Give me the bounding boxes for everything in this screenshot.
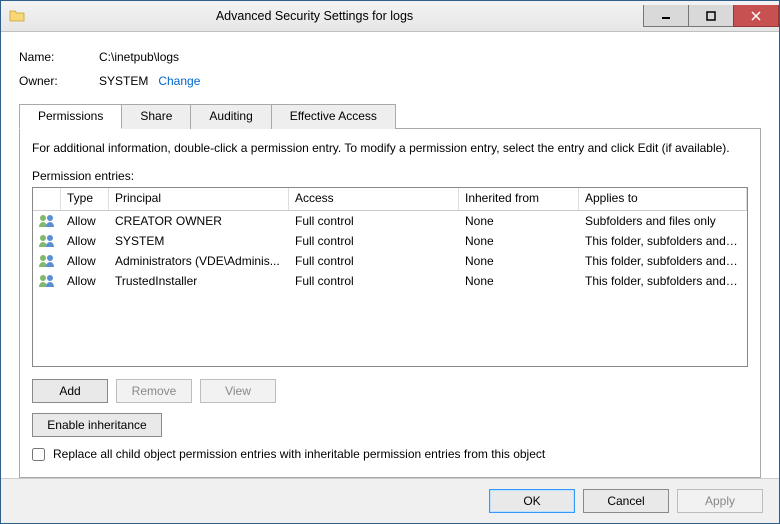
minimize-button[interactable] [643, 5, 689, 27]
info-text: For additional information, double-click… [32, 141, 748, 155]
principal-icon [33, 271, 61, 291]
table-row[interactable]: AllowCREATOR OWNERFull controlNoneSubfol… [33, 211, 747, 231]
tab-permissions[interactable]: Permissions [19, 104, 122, 129]
cell-applies: This folder, subfolders and files [579, 232, 747, 250]
tab-share[interactable]: Share [121, 104, 191, 129]
cell-inherited: None [459, 252, 579, 270]
cell-access: Full control [289, 272, 459, 290]
name-label: Name: [19, 50, 99, 64]
name-row: Name: C:\inetpub\logs [19, 50, 761, 64]
cell-inherited: None [459, 232, 579, 250]
window-controls [644, 5, 779, 27]
change-owner-link[interactable]: Change [158, 74, 200, 88]
cell-applies: This folder, subfolders and files [579, 252, 747, 270]
column-inherited[interactable]: Inherited from [459, 188, 579, 210]
window-title: Advanced Security Settings for logs [0, 9, 644, 23]
cancel-button[interactable]: Cancel [583, 489, 669, 513]
advanced-security-window: Advanced Security Settings for logs Name… [0, 0, 780, 524]
close-button[interactable] [733, 5, 779, 27]
tab-panel-permissions: For additional information, double-click… [19, 128, 761, 478]
cell-applies: This folder, subfolders and files [579, 272, 747, 290]
column-access[interactable]: Access [289, 188, 459, 210]
replace-checkbox-label[interactable]: Replace all child object permission entr… [53, 447, 545, 461]
principal-icon [33, 251, 61, 271]
view-button[interactable]: View [200, 379, 276, 403]
cell-principal: TrustedInstaller [109, 272, 289, 290]
cell-type: Allow [61, 272, 109, 290]
ok-button[interactable]: OK [489, 489, 575, 513]
cell-principal: SYSTEM [109, 232, 289, 250]
permission-table[interactable]: Type Principal Access Inherited from App… [32, 187, 748, 367]
tabs: Permissions Share Auditing Effective Acc… [19, 104, 761, 129]
table-row[interactable]: AllowSYSTEMFull controlNoneThis folder, … [33, 231, 747, 251]
replace-checkbox[interactable] [32, 448, 45, 461]
table-row[interactable]: AllowTrustedInstallerFull controlNoneThi… [33, 271, 747, 291]
owner-value: SYSTEM [99, 74, 148, 88]
cell-inherited: None [459, 212, 579, 230]
owner-row: Owner: SYSTEM Change [19, 74, 761, 88]
column-icon[interactable] [33, 188, 61, 210]
principal-icon [33, 211, 61, 231]
permission-entries-label: Permission entries: [32, 169, 748, 183]
add-button[interactable]: Add [32, 379, 108, 403]
cell-access: Full control [289, 252, 459, 270]
column-applies[interactable]: Applies to [579, 188, 747, 210]
remove-button[interactable]: Remove [116, 379, 192, 403]
dialog-footer: OK Cancel Apply [1, 478, 779, 523]
cell-type: Allow [61, 252, 109, 270]
table-row[interactable]: AllowAdministrators (VDE\Adminis...Full … [33, 251, 747, 271]
dialog-body: Name: C:\inetpub\logs Owner: SYSTEM Chan… [1, 32, 779, 478]
cell-type: Allow [61, 212, 109, 230]
principal-icon [33, 231, 61, 251]
cell-applies: Subfolders and files only [579, 212, 747, 230]
replace-checkbox-row: Replace all child object permission entr… [32, 447, 748, 461]
tab-auditing[interactable]: Auditing [190, 104, 271, 129]
cell-access: Full control [289, 212, 459, 230]
cell-type: Allow [61, 232, 109, 250]
owner-label: Owner: [19, 74, 99, 88]
permission-buttons: Add Remove View [32, 379, 748, 403]
cell-principal: CREATOR OWNER [109, 212, 289, 230]
cell-inherited: None [459, 272, 579, 290]
cell-principal: Administrators (VDE\Adminis... [109, 252, 289, 270]
column-type[interactable]: Type [61, 188, 109, 210]
cell-access: Full control [289, 232, 459, 250]
tab-effective-access[interactable]: Effective Access [271, 104, 396, 129]
permission-rows: AllowCREATOR OWNERFull controlNoneSubfol… [33, 211, 747, 291]
tabs-container: Permissions Share Auditing Effective Acc… [19, 104, 761, 478]
enable-inheritance-button[interactable]: Enable inheritance [32, 413, 162, 437]
titlebar: Advanced Security Settings for logs [1, 1, 779, 32]
permission-table-header: Type Principal Access Inherited from App… [33, 188, 747, 211]
name-value: C:\inetpub\logs [99, 50, 179, 64]
maximize-button[interactable] [688, 5, 734, 27]
column-principal[interactable]: Principal [109, 188, 289, 210]
enable-inheritance-row: Enable inheritance [32, 413, 748, 437]
apply-button[interactable]: Apply [677, 489, 763, 513]
